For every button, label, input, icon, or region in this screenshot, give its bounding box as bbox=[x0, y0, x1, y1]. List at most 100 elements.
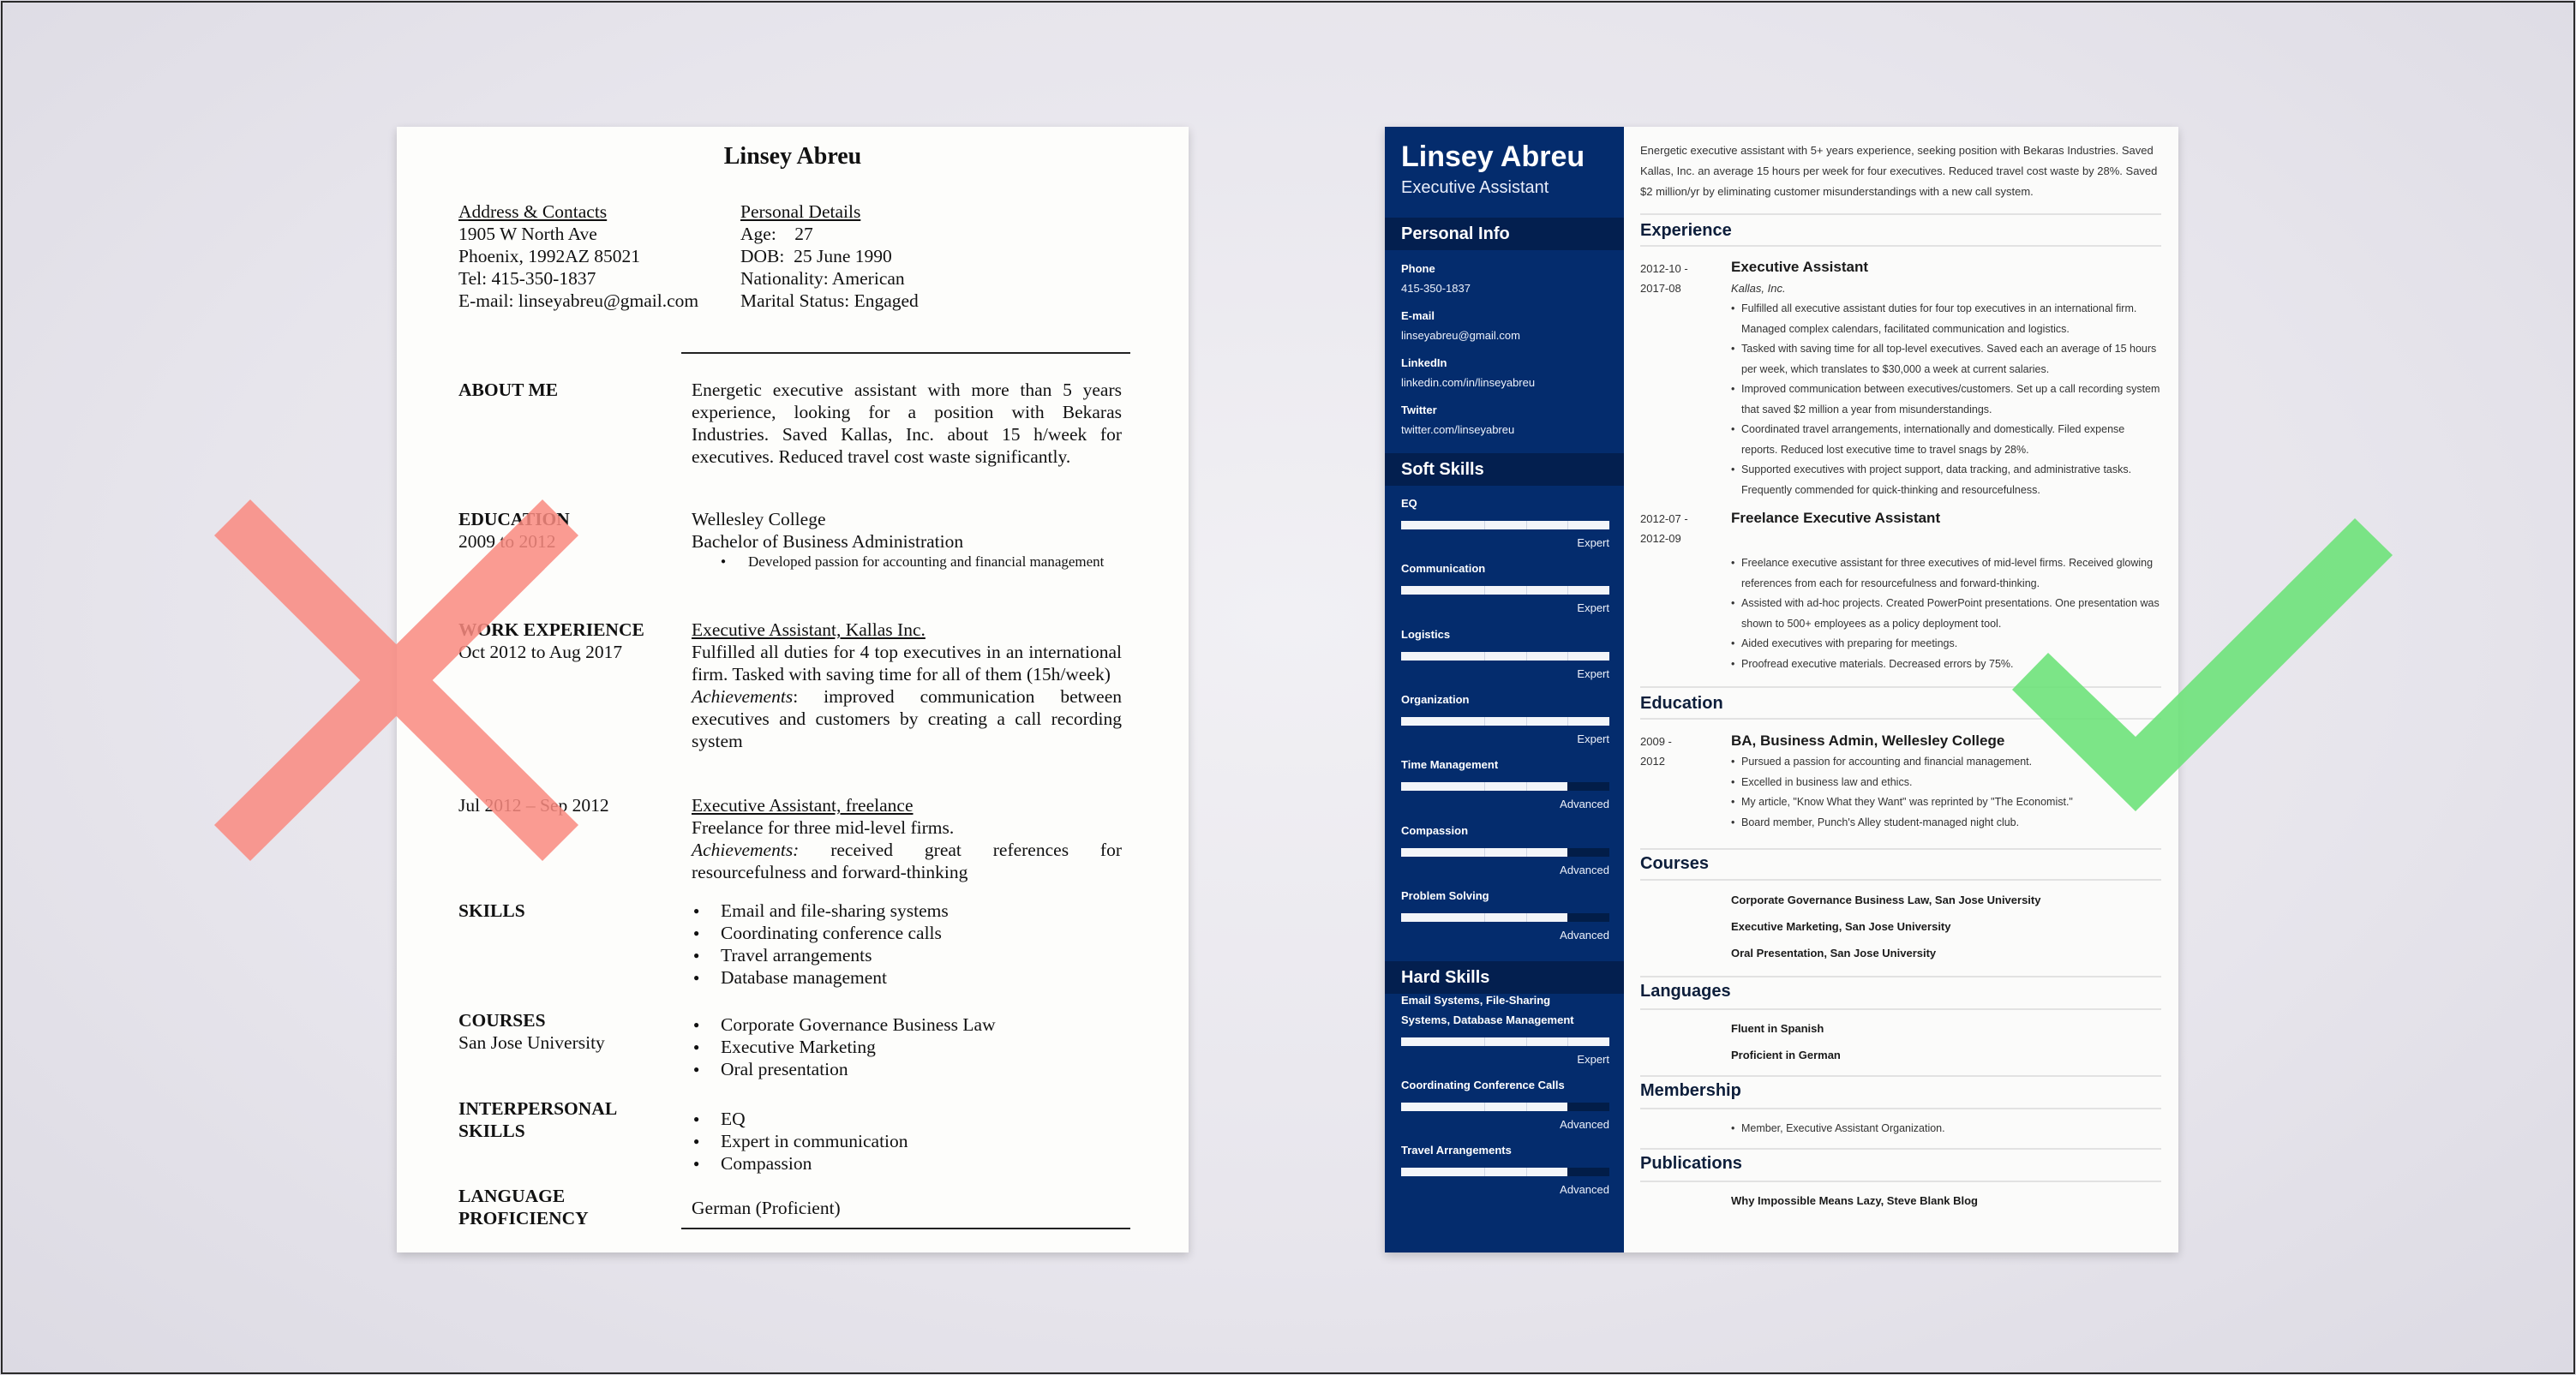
linkedin-value: linkedin.com/in/linseyabreu bbox=[1401, 376, 1536, 389]
personal-details-heading: Personal Details bbox=[740, 201, 861, 222]
phone-label: Phone bbox=[1401, 262, 1435, 275]
resume-name: Linsey Abreu bbox=[723, 143, 862, 170]
bar-segment-divider bbox=[1525, 782, 1527, 792]
bar-segment-divider bbox=[1484, 586, 1486, 595]
membership-item: Member, Executive Assistant Organization… bbox=[1731, 1119, 2161, 1139]
job-bullet: Tasked with saving time for all top-leve… bbox=[1731, 339, 2161, 380]
resume-sidebar: Linsey Abreu Executive Assistant Persona… bbox=[1385, 127, 1624, 1252]
language-label-1: LANGUAGE bbox=[458, 1186, 566, 1206]
courses-heading: Courses bbox=[1640, 854, 1710, 873]
bar-segment-divider bbox=[1525, 1103, 1527, 1111]
job-dates: Oct 2012 to Aug 2017 bbox=[458, 642, 623, 662]
skill-level-fill bbox=[1401, 1168, 1568, 1177]
job-bullet: Freelance executive assistant for three … bbox=[1731, 553, 2161, 594]
skill-name: Time Management bbox=[1401, 758, 1499, 772]
personal-details: Personal Details Age: 27 DOB: 25 June 19… bbox=[740, 200, 919, 312]
age-line: Age: 27 bbox=[740, 224, 813, 244]
skill-level-bar bbox=[1401, 1103, 1609, 1111]
divider bbox=[1640, 1108, 2161, 1109]
job-description: Fulfilled all duties for 4 top executive… bbox=[692, 642, 1122, 685]
divider bbox=[1640, 245, 2161, 247]
language-item: Proficient in German bbox=[1731, 1049, 1841, 1061]
course-item: Corporate Governance Business Law bbox=[692, 1013, 1122, 1036]
job-dates: Jul 2012 – Sep 2012 bbox=[458, 795, 609, 816]
personal-info-heading: Personal Info bbox=[1385, 218, 1624, 250]
job-company: Kallas, Inc. bbox=[1731, 282, 1786, 295]
skill-level-fill bbox=[1401, 521, 1609, 529]
resume-name: Linsey Abreu bbox=[1401, 140, 1585, 173]
bar-segment-divider bbox=[1567, 716, 1569, 726]
bar-segment-divider bbox=[1484, 716, 1486, 726]
bar-segment-divider bbox=[1484, 782, 1486, 792]
job-bullet: Coordinated travel arrangements, interna… bbox=[1731, 420, 2161, 460]
skill-level-fill bbox=[1401, 651, 1609, 661]
marital-line: Marital Status: Engaged bbox=[740, 290, 919, 311]
divider bbox=[1640, 686, 2161, 688]
membership-heading: Membership bbox=[1640, 1081, 1741, 1100]
skill-level-label: Expert bbox=[1577, 732, 1609, 745]
skill-level-fill bbox=[1401, 847, 1568, 857]
phone-value: 415-350-1837 bbox=[1401, 282, 1471, 295]
job-title: Executive Assistant bbox=[1731, 259, 1868, 275]
bar-segment-divider bbox=[1567, 1037, 1569, 1046]
city-line: Phoenix, 1992AZ 85021 bbox=[458, 246, 641, 266]
education-entry: BA, Business Admin, Wellesley College Pu… bbox=[1731, 730, 2161, 833]
job-bullet: Proofread executive materials. Decreased… bbox=[1731, 655, 2161, 675]
education-bullet: Pursued a passion for accounting and fin… bbox=[1731, 752, 2161, 773]
education-date-start: 2009 - bbox=[1640, 735, 1672, 748]
skill-level-fill bbox=[1401, 716, 1609, 726]
work-label: WORK EXPERIENCE bbox=[458, 619, 644, 640]
skill-name: Coordinating Conference Calls bbox=[1401, 1079, 1565, 1091]
divider bbox=[681, 352, 1130, 354]
bar-segment-divider bbox=[1567, 521, 1569, 529]
courses-label: COURSES bbox=[458, 1010, 546, 1031]
skill-level-bar bbox=[1401, 521, 1609, 529]
achievements-label: Achievements: bbox=[692, 840, 800, 860]
hard-skills-heading: Hard Skills bbox=[1385, 961, 1624, 994]
bar-segment-divider bbox=[1525, 847, 1527, 857]
language-label-2: PROFICIENCY bbox=[458, 1208, 589, 1229]
divider bbox=[1640, 879, 2161, 881]
job-date-end: 2017-08 bbox=[1640, 282, 1681, 295]
summary-text: Energetic executive assistant with 5+ ye… bbox=[1640, 144, 2158, 198]
skill-level-bar bbox=[1401, 651, 1609, 661]
job-bullet: Supported executives with project suppor… bbox=[1731, 460, 2161, 500]
bar-segment-divider bbox=[1525, 586, 1527, 595]
address-contacts: Address & Contacts 1905 W North Ave Phoe… bbox=[458, 200, 698, 312]
skill-level-bar bbox=[1401, 782, 1609, 792]
skill-name: Email Systems, File-Sharing bbox=[1401, 994, 1551, 1007]
education-bullet: Developed passion for accounting and fin… bbox=[692, 553, 1122, 571]
school: Wellesley College bbox=[692, 509, 826, 529]
course-item: Executive Marketing bbox=[692, 1036, 1122, 1058]
skill-level-fill bbox=[1401, 1103, 1568, 1111]
bar-segment-divider bbox=[1567, 586, 1569, 595]
bar-segment-divider bbox=[1484, 1168, 1486, 1177]
divider bbox=[1640, 1181, 2161, 1182]
achievements-label: Achievements bbox=[692, 686, 794, 707]
job-date-start: 2012-10 - bbox=[1640, 262, 1688, 275]
skill-level-label: Advanced bbox=[1560, 863, 1609, 876]
skill-level-label: Advanced bbox=[1560, 928, 1609, 942]
skill-name: Organization bbox=[1401, 692, 1470, 706]
skills-label: SKILLS bbox=[458, 900, 525, 921]
degree: Bachelor of Business Administration bbox=[692, 531, 964, 552]
skill-name: Problem Solving bbox=[1401, 888, 1489, 902]
course-item: Corporate Governance Business Law, San J… bbox=[1731, 894, 2041, 906]
resume-title: Executive Assistant bbox=[1401, 178, 1549, 197]
soft-skills-heading: Soft Skills bbox=[1385, 453, 1624, 486]
bar-segment-divider bbox=[1484, 521, 1486, 529]
skill-level-label: Advanced bbox=[1560, 798, 1609, 811]
bar-segment-divider bbox=[1525, 1037, 1527, 1046]
job-bullet: Fulfilled all executive assistant duties… bbox=[1731, 299, 2161, 339]
skill-level-bar bbox=[1401, 847, 1609, 857]
divider bbox=[1640, 213, 2161, 215]
divider bbox=[1640, 976, 2161, 977]
interpersonal-label-2: SKILLS bbox=[458, 1121, 525, 1141]
course-item: Oral presentation bbox=[692, 1058, 1122, 1080]
divider bbox=[681, 1228, 1130, 1229]
job-date-end: 2012-09 bbox=[1640, 532, 1681, 545]
language-item: Fluent in Spanish bbox=[1731, 1022, 1824, 1035]
bar-segment-divider bbox=[1484, 1037, 1486, 1046]
membership-entry: Member, Executive Assistant Organization… bbox=[1731, 1119, 2161, 1139]
bar-segment-divider bbox=[1567, 651, 1569, 661]
